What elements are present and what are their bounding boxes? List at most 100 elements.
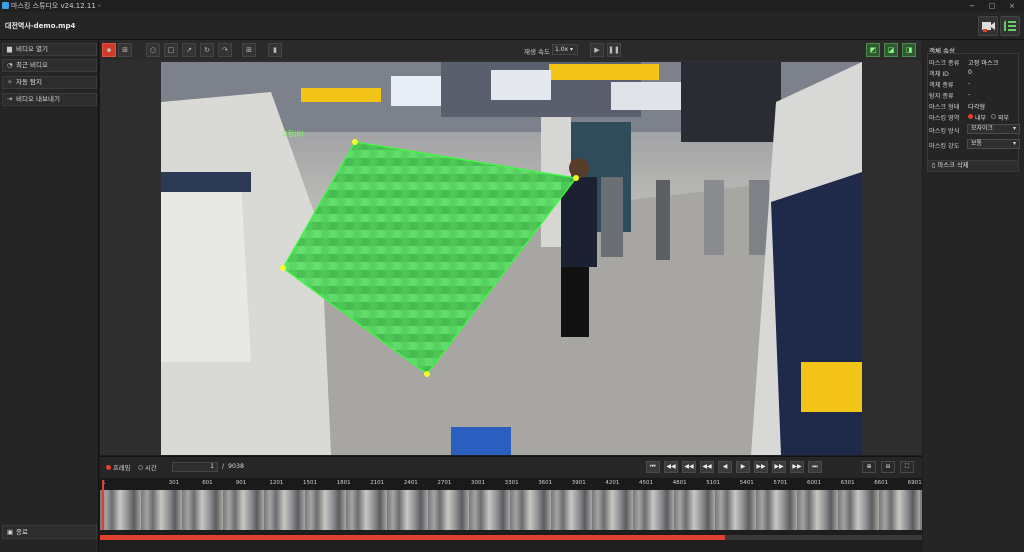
- radio-outside[interactable]: [991, 114, 996, 119]
- timeline-tick: 5101: [706, 480, 721, 486]
- timeline-tick: 6301: [840, 480, 855, 486]
- first-frame-button[interactable]: ⏮: [646, 461, 660, 473]
- timeline-tick: 2101: [370, 480, 385, 486]
- thumbnail-strip[interactable]: [100, 490, 922, 530]
- trash-icon: ▮: [273, 46, 277, 54]
- chevron-down-icon: ▾: [1012, 125, 1016, 132]
- forward-medium-button[interactable]: ▶▶: [772, 461, 786, 473]
- sidebar-item-export-video[interactable]: ⇥ 비디오 내보내기: [2, 93, 97, 106]
- zoom-in-button[interactable]: ⊕: [862, 461, 876, 473]
- progress-bar[interactable]: [100, 535, 922, 540]
- video-canvas[interactable]: 고정(0): [100, 60, 922, 455]
- speed-select[interactable]: 1.0x ▾: [552, 44, 578, 55]
- delete-tool-button[interactable]: ▮: [268, 43, 282, 57]
- sidebar-item-open-video[interactable]: ▆ 비디오 열기: [2, 43, 97, 56]
- skip-start-icon: ⏮: [650, 463, 656, 470]
- fast-forward-icon: ▶▶: [756, 463, 766, 470]
- timeline-tick: 4801: [672, 480, 687, 486]
- prop-value-mask-shape: 다각형: [968, 104, 986, 111]
- window-title: 마스킹 스튜디오 v24.12.11 -: [11, 2, 101, 10]
- sidebar: ▆ 비디오 열기 ◔ 최근 비디오 ✧ 자동 탐지 ⇥ 비디오 내보내기: [0, 40, 99, 552]
- radio-inside-label: 내부: [975, 115, 987, 122]
- redo-tool-button[interactable]: ↷: [218, 43, 232, 57]
- prop-label-object-id: 객체 ID: [929, 71, 949, 78]
- maximize-button[interactable]: □: [982, 0, 1002, 12]
- close-button[interactable]: ×: [1002, 0, 1022, 12]
- back-large-button[interactable]: ◀◀: [664, 461, 678, 473]
- rectangle-tool-button[interactable]: □: [164, 43, 178, 57]
- grid-tool-button[interactable]: ⊞: [242, 43, 256, 57]
- next-frame-button[interactable]: ▶: [736, 461, 750, 473]
- total-frames: 9038: [228, 463, 245, 470]
- scene-illustration: 고정(0): [161, 62, 862, 455]
- timeline-tick: 301: [168, 480, 180, 486]
- timeline-tick: 3601: [538, 480, 553, 486]
- timeline-tick: 3901: [571, 480, 586, 486]
- fit-screen-button[interactable]: ⛶: [900, 461, 914, 473]
- back-medium-button[interactable]: ◀◀: [682, 461, 696, 473]
- mask-vertex[interactable]: [573, 175, 579, 181]
- mask-vertex[interactable]: [280, 265, 286, 271]
- mask-vertex[interactable]: [424, 371, 430, 377]
- chevron-down-icon: ▾: [1012, 140, 1016, 147]
- prev-frame-button[interactable]: ◀: [718, 461, 732, 473]
- playhead[interactable]: [102, 480, 104, 530]
- exit-icon: ▣: [7, 528, 14, 536]
- mask-toggle-button-1[interactable]: ◩: [866, 43, 880, 57]
- mask-label: 고정(0): [281, 129, 304, 138]
- forward-small-button[interactable]: ▶▶: [754, 461, 768, 473]
- mask-auto-icon: ◨: [905, 46, 913, 54]
- pause-button[interactable]: ❚❚: [607, 43, 621, 57]
- sidebar-item-recent-video[interactable]: ◔ 최근 비디오: [2, 59, 97, 72]
- circle-icon: ○: [149, 46, 157, 54]
- timeline-tick: 4501: [639, 480, 653, 486]
- timeline-tick: 6901: [907, 480, 922, 486]
- sidebar-item-auto-detect[interactable]: ✧ 자동 탐지: [2, 76, 97, 89]
- square-icon: □: [167, 46, 175, 54]
- rewind-icon: ◀◀: [684, 463, 694, 470]
- mask-method-select[interactable]: 모자이크 ▾: [967, 124, 1020, 134]
- timeline-tick: 1501: [303, 480, 317, 486]
- edit-tool-button[interactable]: ↗: [182, 43, 196, 57]
- playback-controls: 프레임 시간 1 / 9038 ⏮ ◀◀ ◀◀ ◀◀ ◀ ▶ ▶▶ ▶▶ ▶▶ …: [100, 456, 922, 478]
- minimize-button[interactable]: −: [962, 0, 982, 12]
- add-mask-button[interactable]: ⊞: [118, 43, 132, 57]
- timeline[interactable]: 1301601901120115011801210124012701300133…: [100, 478, 922, 530]
- edit-icon: ↗: [186, 46, 192, 54]
- sort-list-button[interactable]: [1000, 16, 1020, 36]
- radio-frame[interactable]: [106, 465, 111, 470]
- frame-input[interactable]: 1: [172, 462, 218, 472]
- mask-toggle-button-3[interactable]: ◨: [902, 43, 916, 57]
- forward-large-button[interactable]: ▶▶: [790, 461, 804, 473]
- play-button[interactable]: ▶: [590, 43, 604, 57]
- prop-label-detect-kind: 탐지 종류: [929, 93, 954, 100]
- timeline-tick: 901: [235, 480, 247, 486]
- timeline-tick: 3301: [504, 480, 519, 486]
- mask-vertex[interactable]: [352, 139, 358, 145]
- delete-mask-button[interactable]: ▯ 마스크 삭제: [927, 160, 1019, 172]
- rotate-tool-button[interactable]: ↻: [200, 43, 214, 57]
- back-small-button[interactable]: ◀◀: [700, 461, 714, 473]
- radio-time[interactable]: [138, 465, 143, 470]
- zoom-in-icon: ⊕: [866, 463, 872, 470]
- prop-label-mask-type: 마스크 종류: [929, 60, 960, 67]
- select-tool-button[interactable]: ⬥: [102, 43, 116, 57]
- timeline-tick: 601: [202, 480, 213, 486]
- timeline-tick: 6001: [807, 480, 821, 486]
- fit-screen-icon: ⛶: [904, 463, 910, 470]
- prop-value-mask-type: 고정 마스크: [968, 60, 999, 67]
- plus-box-icon: ⊞: [122, 46, 128, 54]
- last-frame-button[interactable]: ⏭: [808, 461, 822, 473]
- timeline-tick: 5401: [739, 480, 754, 486]
- circle-tool-button[interactable]: ○: [146, 43, 160, 57]
- mask-toggle-button-2[interactable]: ◪: [884, 43, 898, 57]
- mask-track-icon: ◪: [887, 46, 895, 54]
- wand-icon: ✧: [7, 78, 13, 86]
- mask-strength-select[interactable]: 보통 ▾: [967, 139, 1020, 149]
- zoom-out-button[interactable]: ⊖: [881, 461, 895, 473]
- timeline-tick: 2401: [403, 480, 418, 486]
- radio-inside[interactable]: [968, 114, 973, 119]
- exit-button[interactable]: ▣ 종료: [2, 525, 97, 539]
- add-camera-button[interactable]: [978, 16, 998, 36]
- speed-label: 재생 속도: [524, 48, 550, 56]
